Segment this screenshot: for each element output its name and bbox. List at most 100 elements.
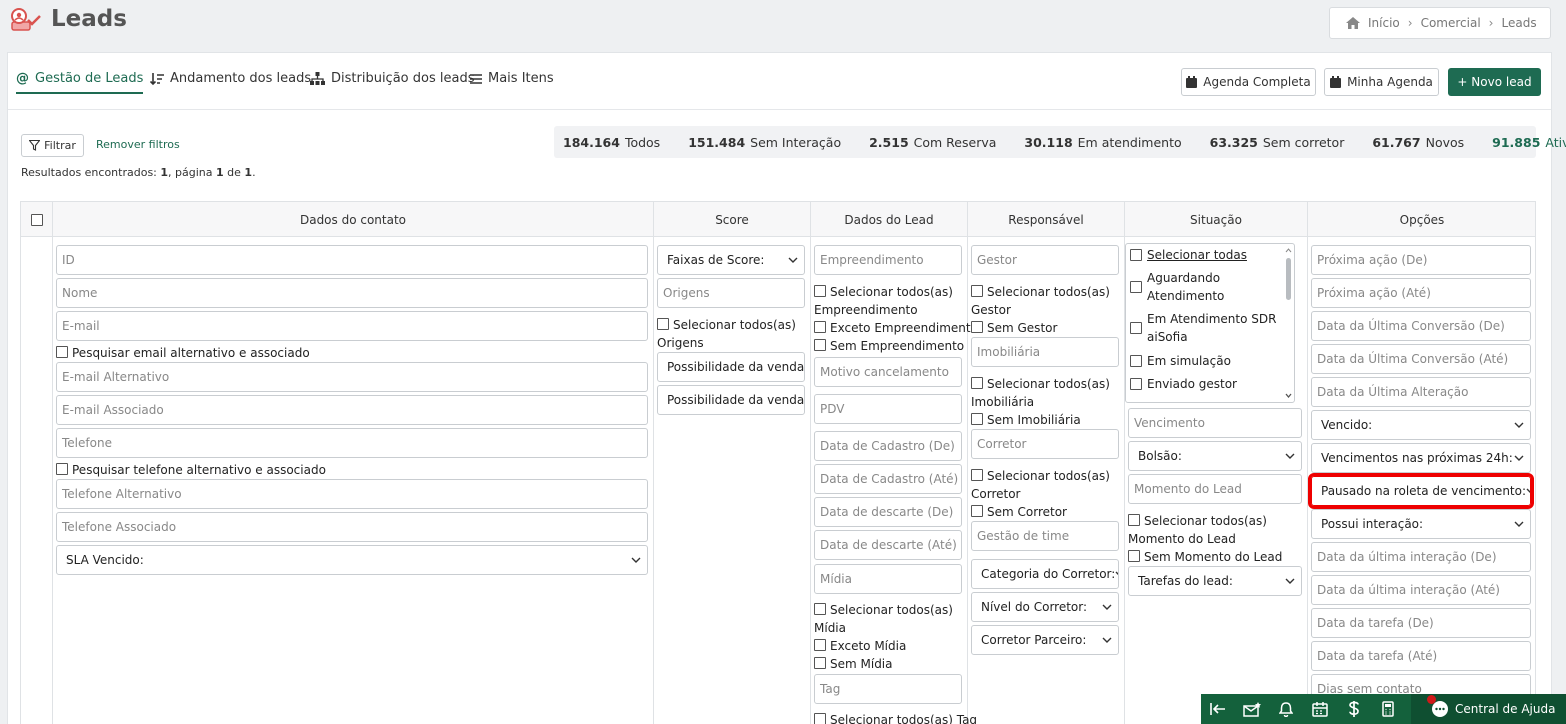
sem-gestor-checkbox-row[interactable]: Sem Gestor — [971, 321, 1057, 335]
list-item[interactable]: Enviado gestor — [1130, 375, 1237, 393]
data-descarte-de-input[interactable]: Data de descarte (De) — [814, 497, 962, 527]
corretor-input[interactable]: Corretor — [971, 429, 1119, 459]
empreendimento-input[interactable]: Empreendimento — [814, 245, 962, 275]
sel-momento-checkbox[interactable] — [1128, 514, 1140, 526]
situacao-checkbox[interactable] — [1130, 355, 1142, 367]
tab-mais-itens[interactable]: Mais Itens — [470, 71, 554, 86]
scrollbar-thumb[interactable] — [1286, 258, 1291, 300]
sem-imob-checkbox[interactable] — [971, 413, 983, 425]
telefone-input[interactable]: Telefone — [56, 428, 648, 458]
data-cadastro-ate-input[interactable]: Data de Cadastro (Até) — [814, 464, 962, 494]
email-alternativo-input[interactable]: E-mail Alternativo — [56, 362, 648, 392]
sel-emp-checkbox[interactable] — [814, 285, 826, 297]
sel-tag-checkbox-row[interactable]: Selecionar todos(as) Tag — [814, 713, 977, 724]
email-alt-checkbox-row[interactable]: Pesquisar email alternativo e associado — [56, 346, 310, 360]
count-todos[interactable]: 184.164 Todos — [563, 135, 660, 150]
data-tarefa-de-input[interactable]: Data da tarefa (De) — [1311, 608, 1531, 638]
situacao-checkbox[interactable] — [1130, 249, 1142, 261]
motivo-cancelamento-input[interactable]: Motivo cancelamento — [814, 357, 962, 387]
ultima-conversao-de-input[interactable]: Data da Última Conversão (De) — [1311, 311, 1531, 341]
proxima-acao-de-input[interactable]: Próxima ação (De) — [1311, 245, 1531, 275]
bell-icon[interactable] — [1269, 694, 1303, 724]
sel-imob-checkbox[interactable] — [971, 377, 983, 389]
ultima-interacao-de-input[interactable]: Data da última interação (De) — [1311, 542, 1531, 572]
exceto-emp-checkbox[interactable] — [814, 321, 826, 333]
exceto-midia-checkbox[interactable] — [814, 639, 826, 651]
email-associado-input[interactable]: E-mail Associado — [56, 395, 648, 425]
sel-gestor-checkbox[interactable] — [971, 285, 983, 297]
situacao-listbox[interactable]: Selecionar todas Aguardando Atendimento E… — [1125, 243, 1295, 403]
situacao-checkbox[interactable] — [1130, 281, 1142, 293]
sem-emp-checkbox[interactable] — [814, 339, 826, 351]
situacao-checkbox[interactable] — [1130, 378, 1142, 390]
count-sem-corretor[interactable]: 63.325 Sem corretor — [1210, 135, 1345, 150]
sel-origens-checkbox-row[interactable]: Selecionar todos(as) — [657, 318, 796, 332]
count-em-atendimento[interactable]: 30.118 Em atendimento — [1024, 135, 1181, 150]
sem-corr-checkbox-row[interactable]: Sem Corretor — [971, 505, 1067, 519]
gestor-input[interactable]: Gestor — [971, 245, 1119, 275]
possibilidade-venda-select-1[interactable]: Possibilidade da venda — [657, 352, 805, 382]
count-ativos[interactable]: 91.885Ativos — [1492, 135, 1566, 150]
breadcrumb-inicio[interactable]: Início — [1368, 16, 1400, 30]
data-tarefa-ate-input[interactable]: Data da tarefa (Até) — [1311, 641, 1531, 671]
tel-alt-checkbox[interactable] — [56, 463, 68, 475]
situacao-checkbox[interactable] — [1130, 322, 1142, 334]
list-item[interactable]: Aguardando Atendimento — [1130, 269, 1224, 305]
tab-gestao-de-leads[interactable]: @ Gestão de Leads — [16, 71, 144, 94]
telefone-alternativo-input[interactable]: Telefone Alternativo — [56, 479, 648, 509]
pausado-roleta-select[interactable]: Pausado na roleta de vencimento: — [1308, 473, 1534, 509]
corretor-parceiro-select[interactable]: Corretor Parceiro: — [971, 625, 1119, 655]
sel-gestor-checkbox-row[interactable]: Selecionar todos(as) — [971, 285, 1110, 299]
sel-momento-checkbox-row[interactable]: Selecionar todos(as) — [1128, 514, 1267, 528]
sla-vencido-select[interactable]: SLA Vencido: — [56, 545, 648, 575]
imobiliaria-input[interactable]: Imobiliária — [971, 337, 1119, 367]
exceto-midia-checkbox-row[interactable]: Exceto Mídia — [814, 639, 906, 653]
ultima-interacao-ate-input[interactable]: Data da última interação (Até) — [1311, 575, 1531, 605]
calendar-icon[interactable] — [1303, 694, 1337, 724]
id-input[interactable]: ID — [56, 245, 648, 275]
count-com-reserva[interactable]: 2.515 Com Reserva — [869, 135, 996, 150]
count-sem-interacao[interactable]: 151.484 Sem Interação — [688, 135, 841, 150]
data-descarte-ate-input[interactable]: Data de descarte (Até) — [814, 530, 962, 560]
vencimento-input[interactable]: Vencimento — [1128, 408, 1302, 438]
origens-input[interactable]: Origens — [657, 278, 805, 308]
calculator-icon[interactable] — [1371, 694, 1405, 724]
mail-star-icon[interactable] — [1235, 694, 1269, 724]
sel-midia-checkbox-row[interactable]: Selecionar todos(as) — [814, 603, 953, 617]
tab-andamento[interactable]: Andamento dos leads — [150, 71, 311, 86]
breadcrumb-comercial[interactable]: Comercial — [1421, 16, 1481, 30]
remover-filtros-link[interactable]: Remover filtros — [96, 138, 180, 151]
ultima-conversao-ate-input[interactable]: Data da Última Conversão (Até) — [1311, 344, 1531, 374]
possui-interacao-select[interactable]: Possui interação: — [1311, 509, 1531, 539]
exceto-emp-checkbox-row[interactable]: Exceto Empreendimento — [814, 321, 978, 335]
sem-gestor-checkbox[interactable] — [971, 321, 983, 333]
filtrar-button[interactable]: Filtrar — [21, 134, 84, 157]
sem-midia-checkbox-row[interactable]: Sem Mídia — [814, 657, 893, 671]
list-item[interactable]: Em simulação — [1130, 352, 1231, 370]
email-input[interactable]: E-mail — [56, 311, 648, 341]
proxima-acao-ate-input[interactable]: Próxima ação (Até) — [1311, 278, 1531, 308]
minha-agenda-button[interactable]: Minha Agenda — [1324, 68, 1439, 96]
ultima-alteracao-input[interactable]: Data da Última Alteração — [1311, 377, 1531, 407]
agenda-completa-button[interactable]: Agenda Completa — [1181, 68, 1316, 96]
novo-lead-button[interactable]: + Novo lead — [1448, 68, 1541, 96]
categoria-corretor-select[interactable]: Categoria do Corretor: — [971, 559, 1119, 589]
possibilidade-venda-select-2[interactable]: Possibilidade da venda — [657, 385, 805, 415]
count-novos[interactable]: 61.767 Novos — [1372, 135, 1464, 150]
sem-emp-checkbox-row[interactable]: Sem Empreendimento — [814, 339, 964, 353]
sel-corr-checkbox[interactable] — [971, 469, 983, 481]
data-cadastro-de-input[interactable]: Data de Cadastro (De) — [814, 431, 962, 461]
sem-corr-checkbox[interactable] — [971, 505, 983, 517]
sem-momento-checkbox-row[interactable]: Sem Momento do Lead — [1128, 550, 1282, 564]
email-alt-checkbox[interactable] — [56, 346, 68, 358]
sem-midia-checkbox[interactable] — [814, 657, 826, 669]
collapse-left-icon[interactable] — [1201, 694, 1235, 724]
list-item[interactable]: Em Atendimento SDR aiSofia — [1130, 310, 1276, 346]
dollar-icon[interactable] — [1337, 694, 1371, 724]
momento-lead-input[interactable]: Momento do Lead — [1128, 474, 1302, 504]
sel-corr-checkbox-row[interactable]: Selecionar todos(as) — [971, 469, 1110, 483]
sem-momento-checkbox[interactable] — [1128, 550, 1140, 562]
select-all-checkbox[interactable] — [30, 213, 43, 226]
vencido-select[interactable]: Vencido: — [1311, 410, 1531, 440]
sem-imob-checkbox-row[interactable]: Sem Imobiliária — [971, 413, 1081, 427]
